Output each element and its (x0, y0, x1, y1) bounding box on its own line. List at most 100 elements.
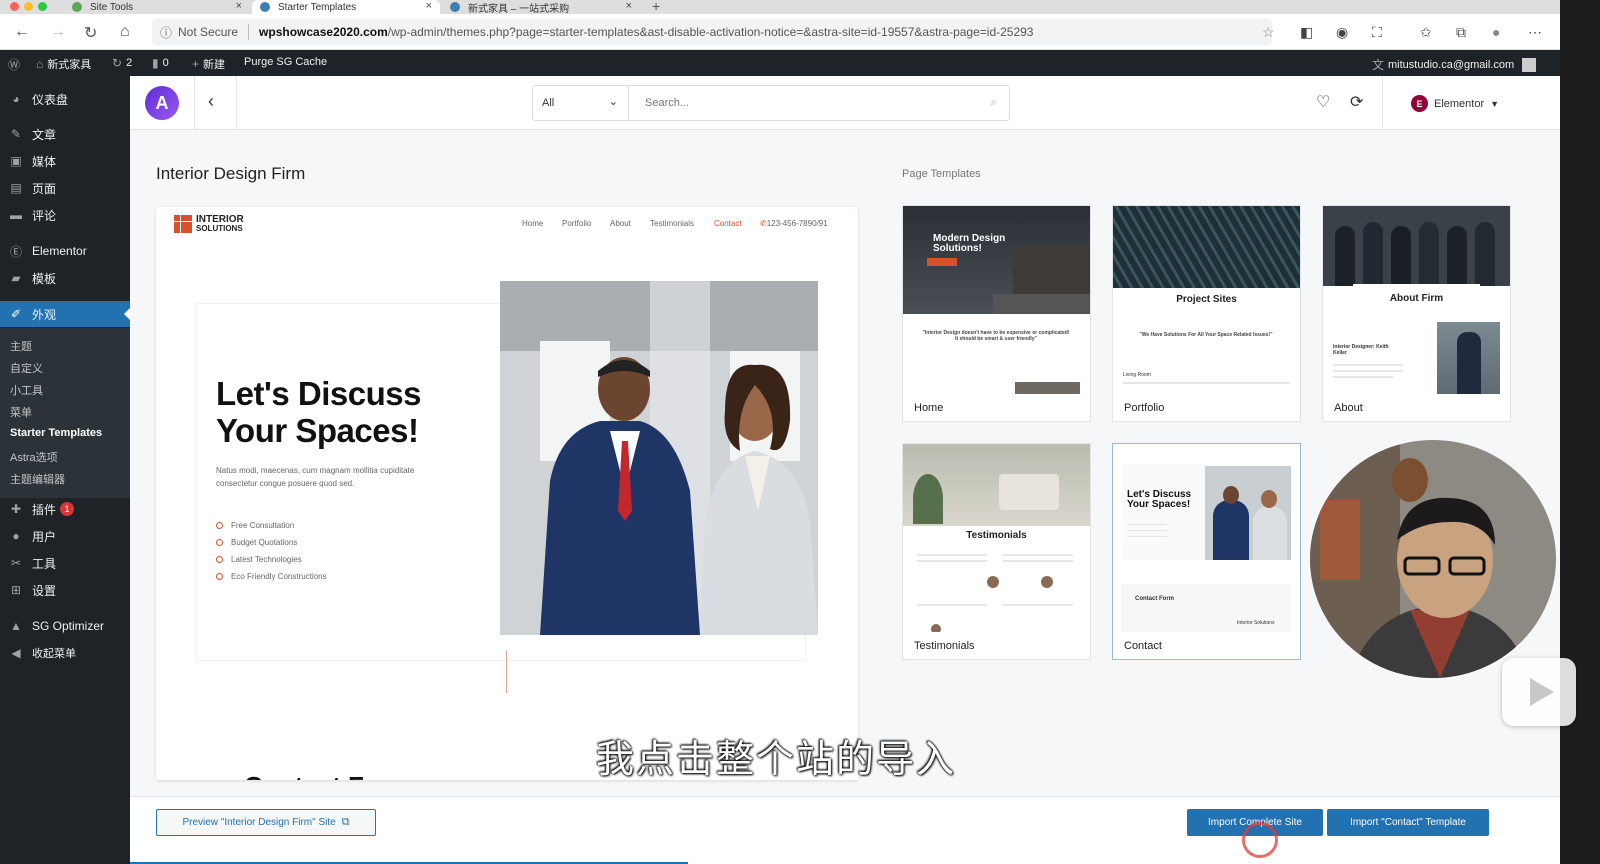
tab-furniture[interactable]: 新式家具 – 一站式采购 × (442, 0, 640, 15)
sidebar-collapse-menu[interactable]: ◀ 收起菜单 (0, 640, 130, 666)
sidebar-item-media[interactable]: ▣ 媒体 (0, 148, 130, 174)
collections-icon[interactable]: ⧉ (1456, 24, 1466, 41)
submenu-starter-templates[interactable]: Starter Templates (10, 427, 102, 439)
wordpress-logo-icon[interactable]: Ⓦ (8, 56, 20, 73)
favorite-heart-icon[interactable]: ♡ (1316, 92, 1330, 112)
tab-site-tools[interactable]: Site Tools × (64, 0, 250, 14)
forward-icon[interactable]: → (50, 23, 66, 41)
close-tab-icon[interactable]: × (426, 0, 432, 12)
collapse-icon: ◀ (11, 646, 21, 660)
template-card-about[interactable]: About Firm Interior Designer: Keith Kell… (1322, 205, 1511, 422)
astra-logo-icon[interactable]: A (145, 86, 179, 120)
info-icon[interactable]: ⓘ (160, 24, 172, 41)
folder-icon: ▰ (11, 271, 21, 285)
sidebar-item-appearance[interactable]: ✐ 外观 (0, 301, 130, 327)
close-window-icon[interactable] (10, 2, 19, 11)
comments-link[interactable]: ▮ 0 (152, 56, 169, 70)
new-content-link[interactable]: + 新建 (192, 56, 225, 72)
sidebar-item-posts[interactable]: ✎ 文章 (0, 121, 130, 147)
reload-icon[interactable]: ↻ (84, 23, 97, 43)
close-tab-icon[interactable]: × (626, 0, 632, 12)
updates-link[interactable]: ↻ 2 (112, 56, 132, 70)
comment-icon: ▮ (152, 56, 159, 70)
profile-icon[interactable]: ● (1492, 24, 1500, 40)
caret-down-icon: ▼ (1490, 98, 1500, 109)
capture-icon[interactable]: ⛶ (1372, 24, 1382, 41)
sidebar-item-plugins[interactable]: ✚ 插件 1 (0, 496, 130, 522)
template-card-portfolio[interactable]: Project Sites "We Have Solutions For All… (1112, 205, 1301, 422)
plugin-icon: ✚ (10, 502, 22, 516)
more-icon[interactable]: ⋯ (1528, 24, 1542, 41)
preview-phone: ✆123-456-7890/91 (760, 219, 828, 228)
favorites-icon[interactable]: ✩ (1420, 24, 1432, 41)
site-name-link[interactable]: ⌂ 新式家具 (36, 56, 91, 72)
maximize-window-icon[interactable] (38, 2, 47, 11)
preview-site-button[interactable]: Preview "Interior Design Firm" Site ⧉ (156, 809, 376, 836)
site-title: Interior Design Firm (156, 164, 306, 183)
dashboard-icon: ◕ (12, 92, 20, 106)
search-box: All⌄ ⌕ (532, 85, 1010, 121)
preview-logo: INTERIOR SOLUTIONS (174, 215, 244, 233)
sync-icon[interactable]: ⟳ (1350, 92, 1363, 112)
url-host: wpshowcase2020.com (259, 25, 388, 39)
sidebar-item-comments[interactable]: ▬ 评论 (0, 202, 130, 228)
address-bar[interactable]: ⓘ Not Secure wpshowcase2020.com /wp-admi… (152, 19, 1272, 45)
extension-icon[interactable]: ◉ (1336, 24, 1348, 41)
new-tab-icon[interactable]: + (652, 0, 660, 14)
appearance-submenu: 主题 自定义 小工具 菜单 Starter Templates Astra选项 … (0, 328, 130, 498)
home-icon: ⌂ (36, 57, 44, 71)
sidebar-item-sg-optimizer[interactable]: ▲ SG Optimizer (0, 613, 130, 639)
category-select[interactable]: All ⌄ (533, 86, 629, 120)
import-template-button[interactable]: Import "Contact" Template (1327, 809, 1489, 836)
plugin-update-badge: 1 (60, 502, 75, 516)
translate-icon: 文 (1372, 58, 1385, 72)
back-arrow-icon[interactable]: ‹ (208, 91, 214, 112)
submenu-customize[interactable]: 自定义 (10, 360, 43, 376)
account-link[interactable]: 文 mitustudio.ca@gmail.com (1372, 56, 1537, 73)
tab-starter-templates[interactable]: Starter Templates × (252, 0, 440, 14)
sg-icon: ▲ (10, 619, 22, 633)
sidebar-item-users[interactable]: ● 用户 (0, 523, 130, 549)
page-builder-select[interactable]: E Elementor ▼ (1411, 95, 1499, 112)
submenu-theme-editor[interactable]: 主题编辑器 (10, 471, 65, 487)
sidebar-item-templates[interactable]: ▰ 模板 (0, 265, 130, 291)
submenu-astra-options[interactable]: Astra选项 (10, 449, 58, 465)
wordpress-icon (260, 2, 270, 12)
sidebar-item-pages[interactable]: ▤ 页面 (0, 175, 130, 201)
extension-icon[interactable]: ◧ (1300, 24, 1313, 41)
home-icon[interactable]: ⌂ (120, 23, 130, 41)
plus-icon: + (192, 57, 200, 71)
media-icon: ▣ (10, 154, 22, 168)
purge-cache-link[interactable]: Purge SG Cache (244, 56, 327, 68)
cursor-click-indicator (1242, 822, 1278, 858)
preview-list-item: Eco Friendly Constructions (216, 572, 416, 581)
template-card-contact[interactable]: Let's Discuss Your Spaces! Contact Form … (1112, 443, 1301, 660)
search-input[interactable] (637, 86, 967, 120)
elementor-icon: Ⓔ (9, 244, 22, 259)
template-card-home[interactable]: Modern Design Solutions! "Interior Desig… (902, 205, 1091, 422)
submenu-widgets[interactable]: 小工具 (10, 382, 43, 398)
submenu-menus[interactable]: 菜单 (10, 404, 32, 420)
search-icon[interactable]: ⌕ (990, 95, 997, 110)
play-button-icon[interactable] (1502, 658, 1576, 726)
screen: Site Tools × Starter Templates × 新式家具 – … (0, 0, 1600, 864)
close-tab-icon[interactable]: × (236, 0, 242, 12)
chevron-down-icon: ⌄ (608, 96, 618, 108)
back-icon[interactable]: ← (14, 23, 30, 41)
star-icon[interactable]: ☆ (1262, 24, 1275, 41)
sidebar-item-elementor[interactable]: Ⓔ Elementor (0, 238, 130, 264)
sidebar-item-dashboard[interactable]: ◕ 仪表盘 (0, 86, 130, 112)
site-preview[interactable]: INTERIOR SOLUTIONS Home Portfolio About T… (156, 207, 858, 780)
sidebar-item-tools[interactable]: ✂ 工具 (0, 550, 130, 576)
sidebar-item-settings[interactable]: ⊞ 设置 (0, 577, 130, 603)
page-templates-label: Page Templates (902, 168, 981, 180)
template-card-testimonials[interactable]: Testimonials Testimonials (902, 443, 1091, 660)
preview-nav-testimonials: Testimonials (650, 219, 695, 228)
phone-icon: ✆ (760, 219, 767, 228)
browser-toolbar: ← → ↻ ⌂ ⓘ Not Secure wpshowcase2020.com … (0, 14, 1560, 50)
browser-tabbar: Site Tools × Starter Templates × 新式家具 – … (0, 0, 1560, 15)
preview-header: INTERIOR SOLUTIONS Home Portfolio About T… (156, 207, 858, 241)
minimize-window-icon[interactable] (24, 2, 33, 11)
preview-nav-portfolio: Portfolio (562, 219, 592, 228)
submenu-themes[interactable]: 主题 (10, 338, 32, 354)
